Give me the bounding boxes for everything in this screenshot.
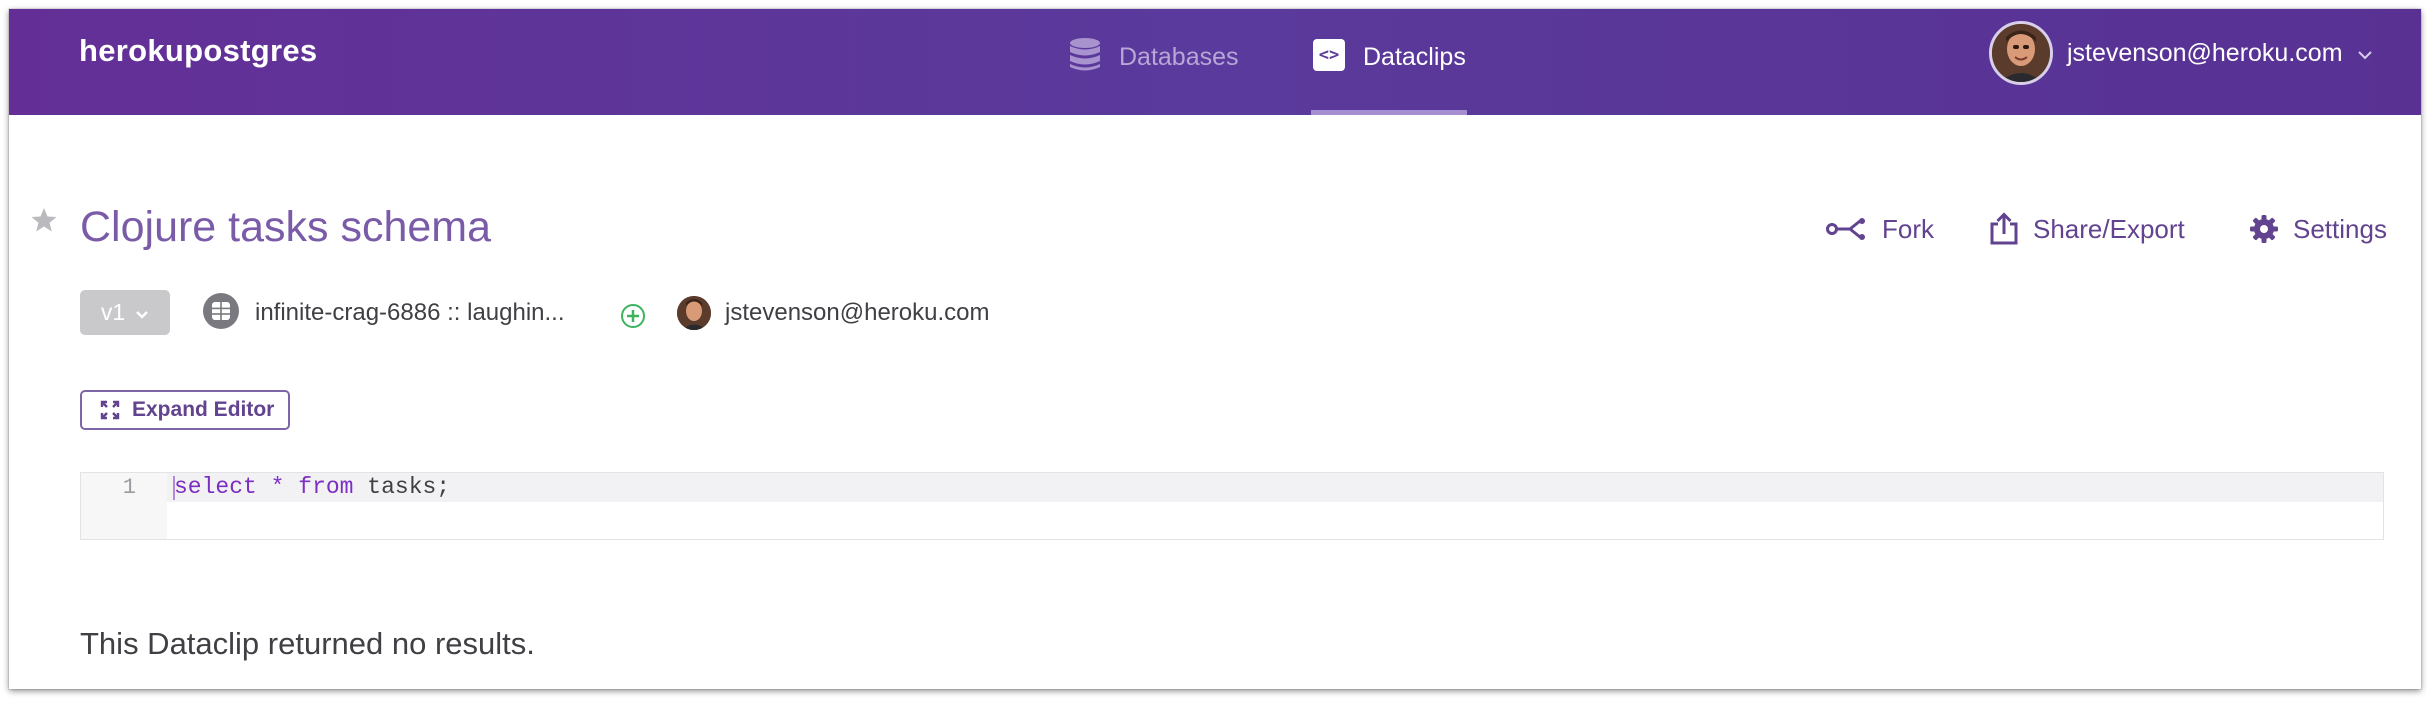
dataclip-title[interactable]: Clojure tasks schema	[80, 203, 491, 252]
version-select[interactable]: v1	[80, 290, 170, 335]
code-brackets-icon: <>	[1311, 37, 1347, 73]
keyword-select: select	[174, 474, 257, 500]
expand-editor-label: Expand Editor	[132, 398, 275, 421]
result-message: This Dataclip returned no results.	[80, 626, 535, 661]
gear-icon	[2249, 214, 2279, 244]
database-attachment[interactable]: infinite-crag-6886 :: laughin...	[255, 299, 565, 327]
nav-databases[interactable]: Databases	[1067, 29, 1239, 115]
operator-star: *	[270, 474, 285, 500]
settings-button[interactable]: Settings	[2249, 209, 2387, 249]
code-line: select * from tasks;	[174, 473, 450, 502]
nav-dataclips[interactable]: <> Dataclips	[1311, 29, 1466, 115]
database-icon	[1067, 37, 1103, 73]
expand-editor-button[interactable]: Expand Editor	[80, 390, 290, 430]
editor-gutter: 1	[81, 473, 167, 539]
owner-email: jstevenson@heroku.com	[725, 299, 990, 326]
expand-icon	[100, 400, 120, 420]
share-export-button[interactable]: Share/Export	[1989, 209, 2185, 249]
owner-avatar	[677, 296, 711, 330]
fork-icon	[1826, 216, 1868, 242]
share-export-label: Share/Export	[2033, 213, 2185, 244]
settings-label: Settings	[2293, 213, 2387, 244]
database-grid-icon	[203, 293, 239, 329]
app-window: herokupostgres Databases <> Dataclips js…	[9, 9, 2421, 689]
fork-label: Fork	[1882, 213, 1934, 244]
sql-editor[interactable]: 1 select * from tasks;	[80, 472, 2384, 540]
text-cursor	[173, 476, 175, 500]
line-number: 1	[122, 475, 136, 500]
top-nav: herokupostgres Databases <> Dataclips js…	[9, 9, 2421, 115]
user-email: jstevenson@heroku.com	[2067, 38, 2343, 67]
chevron-down-icon	[2357, 47, 2373, 65]
nav-databases-label: Databases	[1119, 43, 1239, 71]
user-avatar	[1989, 21, 2053, 85]
active-line-highlight	[167, 473, 2383, 502]
brand-logo[interactable]: herokupostgres	[79, 33, 317, 69]
code-identifier: tasks;	[367, 474, 451, 500]
fork-button[interactable]: Fork	[1826, 209, 1934, 249]
active-tab-indicator	[1311, 110, 1467, 115]
chevron-down-icon	[135, 299, 149, 326]
share-icon	[1989, 212, 2019, 246]
star-icon[interactable]	[29, 205, 59, 235]
nav-dataclips-label: Dataclips	[1363, 43, 1466, 71]
add-attachment-icon[interactable]	[620, 303, 646, 329]
keyword-from: from	[298, 474, 354, 500]
code-brackets-glyph: <>	[1313, 39, 1345, 71]
user-menu[interactable]: jstevenson@heroku.com	[1989, 13, 2373, 93]
version-label: v1	[100, 299, 126, 325]
